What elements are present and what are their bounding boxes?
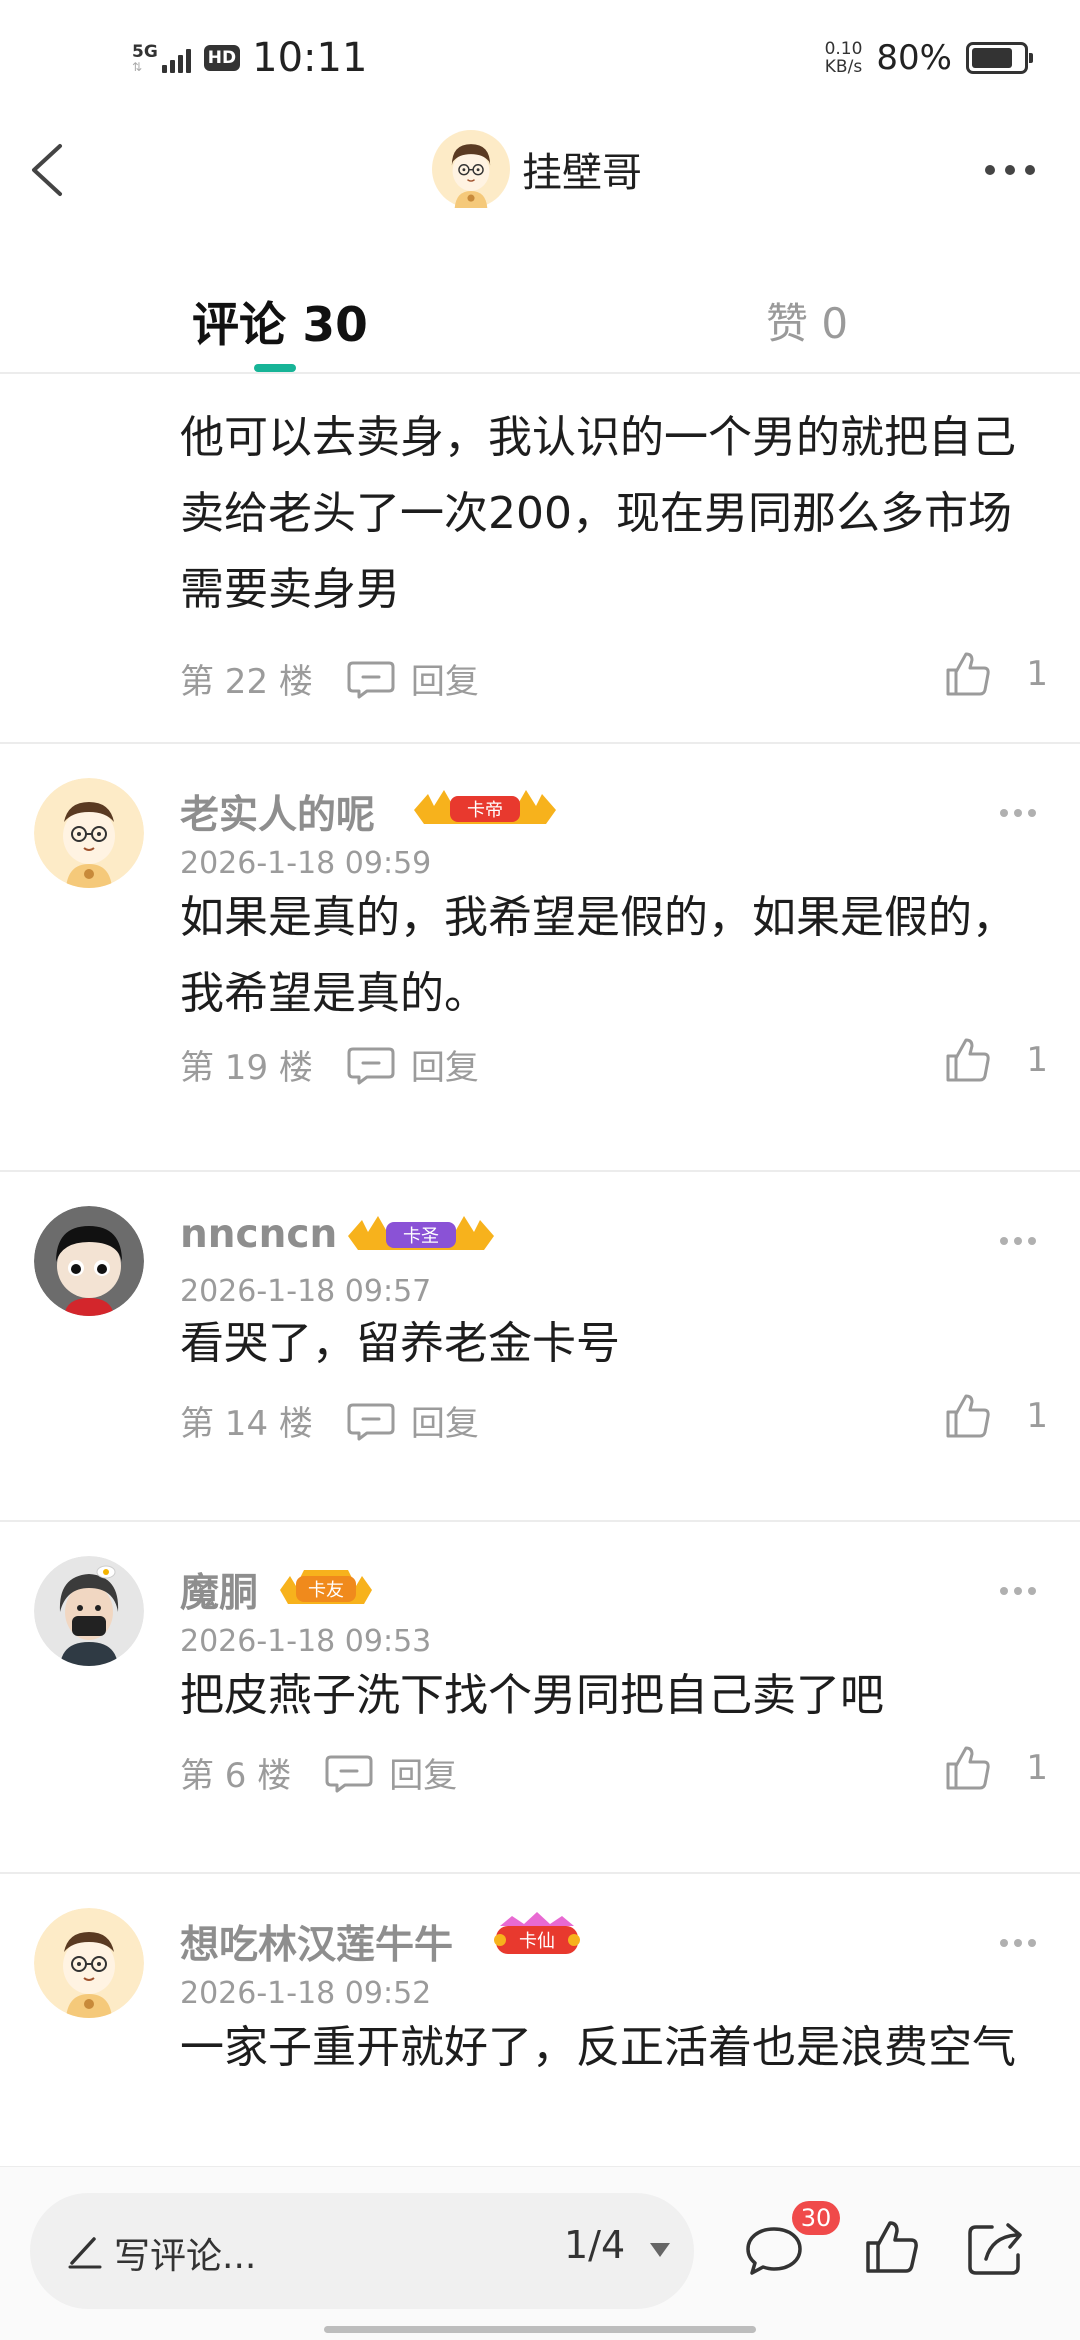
- floor-number: 第 19 楼: [180, 1048, 313, 1088]
- user-avatar[interactable]: [34, 1206, 144, 1316]
- network-speed: 0.10 KB/s: [824, 39, 863, 77]
- comment-text: 他可以去卖身，我认识的一个男的就把自己卖给老头了一次200，现在男同那么多市场需…: [180, 412, 1016, 615]
- floor-number: 第 14 楼: [180, 1404, 313, 1444]
- username[interactable]: nncncn: [180, 1212, 337, 1257]
- username[interactable]: 老实人的呢: [180, 784, 375, 840]
- network-indicator: 5G ⇅: [132, 42, 158, 74]
- reply-label: 回复: [410, 1404, 479, 1444]
- back-button[interactable]: [20, 138, 80, 202]
- chevron-left-icon: [32, 144, 62, 196]
- hd-icon: HD: [203, 45, 241, 71]
- floor-number: 第 6 楼: [180, 1756, 292, 1796]
- page-title: 挂壁哥: [522, 150, 642, 196]
- tab-bar: 评论 30 赞 0: [0, 260, 1080, 374]
- like-button[interactable]: 1: [944, 650, 1048, 698]
- reply-button[interactable]: 回复: [347, 654, 479, 703]
- comment-time: 2026-1-18 09:52: [180, 1976, 432, 2011]
- status-time: 10:11: [252, 35, 368, 81]
- comment-item: 魔胴 卡友 2026-1-18 09:53 把皮燕子洗下找个男同把自己卖了吧 第…: [0, 1522, 1080, 1874]
- like-count: 1: [1026, 654, 1048, 694]
- reply-icon: [325, 1755, 373, 1792]
- thumbs-up-icon[interactable]: [864, 2219, 920, 2275]
- header: 挂壁哥: [0, 120, 1080, 220]
- header-user[interactable]: 挂壁哥: [432, 130, 642, 208]
- battery-percent: 80%: [876, 38, 952, 78]
- comment-time: 2026-1-18 09:59: [180, 846, 432, 881]
- write-comment-placeholder: 写评论...: [114, 2236, 257, 2277]
- more-horizontal-icon[interactable]: [998, 1584, 1038, 1598]
- signal-icon: [161, 43, 194, 73]
- comment-item: 他可以去卖身，我认识的一个男的就把自己卖给老头了一次200，现在男同那么多市场需…: [0, 376, 1080, 742]
- more-button[interactable]: [980, 150, 1040, 190]
- tab-likes[interactable]: 赞 0: [766, 290, 848, 351]
- like-count: 1: [1026, 1396, 1048, 1436]
- comment-count-badge: 30: [792, 2201, 840, 2235]
- home-indicator[interactable]: [324, 2326, 756, 2333]
- status-bar: 5G ⇅ HD 10:11 0.10 KB/s 80%: [0, 0, 1080, 120]
- badge-label: 卡帝: [467, 800, 503, 821]
- badge-label: 卡仙: [519, 1931, 555, 1952]
- write-comment-input[interactable]: 写评论... 1/4: [30, 2193, 694, 2309]
- reply-icon: [347, 1047, 395, 1084]
- comment-meta: 第 19 楼 回复: [180, 1040, 479, 1089]
- user-avatar[interactable]: [34, 1556, 144, 1666]
- user-avatar[interactable]: [34, 1908, 144, 2018]
- badge-label: 卡友: [308, 1580, 344, 1601]
- tab-active-indicator: [254, 364, 296, 372]
- like-count: 1: [1026, 1748, 1048, 1788]
- like-button[interactable]: 1: [944, 1036, 1048, 1084]
- like-count: 1: [1026, 1040, 1048, 1080]
- reply-button[interactable]: 回复: [347, 1040, 479, 1089]
- reply-icon: [347, 661, 395, 698]
- level-badge: 卡帝: [414, 790, 556, 824]
- more-horizontal-icon[interactable]: [998, 1936, 1038, 1950]
- comment-item: 想吃林汉莲牛牛 卡仙 2026-1-18 09:52 一家子重开就好了，反正活着…: [0, 1874, 1080, 2166]
- like-button[interactable]: 1: [944, 1744, 1048, 1792]
- comment-item: 老实人的呢 卡帝 2026-1-18 09:59 如果是真的，我希望是假的，如果…: [0, 744, 1080, 1094]
- comment-time: 2026-1-18 09:57: [180, 1274, 432, 1309]
- thumbs-up-icon: [946, 1394, 991, 1438]
- comment-text: 把皮燕子洗下找个男同把自己卖了吧: [180, 1670, 884, 1721]
- reply-label: 回复: [410, 662, 479, 702]
- comment-text: 一家子重开就好了，反正活着也是浪费空气: [180, 2022, 1016, 2073]
- battery-fill: [972, 48, 1012, 68]
- level-badge: 卡仙: [494, 1912, 580, 1954]
- more-horizontal-icon[interactable]: [998, 1234, 1038, 1248]
- comment-meta: 第 22 楼 回复: [180, 654, 479, 703]
- like-button[interactable]: 1: [944, 1392, 1048, 1440]
- comment-text: 如果是真的，我希望是假的，如果是假的，我希望是真的。: [180, 892, 1016, 1019]
- reply-label: 回复: [410, 1048, 479, 1088]
- thumbs-up-icon: [946, 1038, 991, 1082]
- reply-label: 回复: [389, 1756, 458, 1796]
- comment-item: nncncn 卡圣 2026-1-18 09:57 看哭了，留养老金卡号 第 1…: [0, 1172, 1080, 1524]
- thumbs-up-icon: [946, 1746, 991, 1790]
- comment-icon[interactable]: [744, 2223, 804, 2279]
- comment-time: 2026-1-18 09:53: [180, 1624, 432, 1659]
- comment-list[interactable]: 他可以去卖身，我认识的一个男的就把自己卖给老头了一次200，现在男同那么多市场需…: [0, 376, 1080, 2166]
- user-avatar[interactable]: [34, 778, 144, 888]
- username[interactable]: 魔胴: [180, 1562, 258, 1618]
- caret-down-icon[interactable]: [648, 2241, 672, 2259]
- badge-label: 卡圣: [403, 1226, 439, 1247]
- tab-comments[interactable]: 评论 30: [192, 286, 368, 355]
- username[interactable]: 想吃林汉莲牛牛: [180, 1914, 453, 1970]
- bottom-bar: 写评论... 1/4 30: [0, 2166, 1080, 2340]
- reply-button[interactable]: 回复: [325, 1748, 457, 1797]
- battery-icon: [966, 42, 1033, 74]
- page-indicator[interactable]: 1/4: [564, 2223, 625, 2267]
- pencil-icon: [68, 2237, 102, 2269]
- comment-text: 看哭了，留养老金卡号: [180, 1318, 620, 1369]
- more-horizontal-icon: [985, 165, 1035, 175]
- reply-icon: [347, 1403, 395, 1440]
- more-horizontal-icon[interactable]: [998, 806, 1038, 820]
- floor-number: 第 22 楼: [180, 662, 313, 702]
- thumbs-up-icon: [946, 652, 991, 696]
- share-icon[interactable]: [966, 2219, 1028, 2277]
- comment-meta: 第 14 楼 回复: [180, 1396, 479, 1445]
- user-avatar: [432, 130, 510, 208]
- comment-meta: 第 6 楼 回复: [180, 1748, 457, 1797]
- level-badge: 卡圣: [348, 1216, 494, 1250]
- level-badge: 卡友: [280, 1570, 372, 1604]
- reply-button[interactable]: 回复: [347, 1396, 479, 1445]
